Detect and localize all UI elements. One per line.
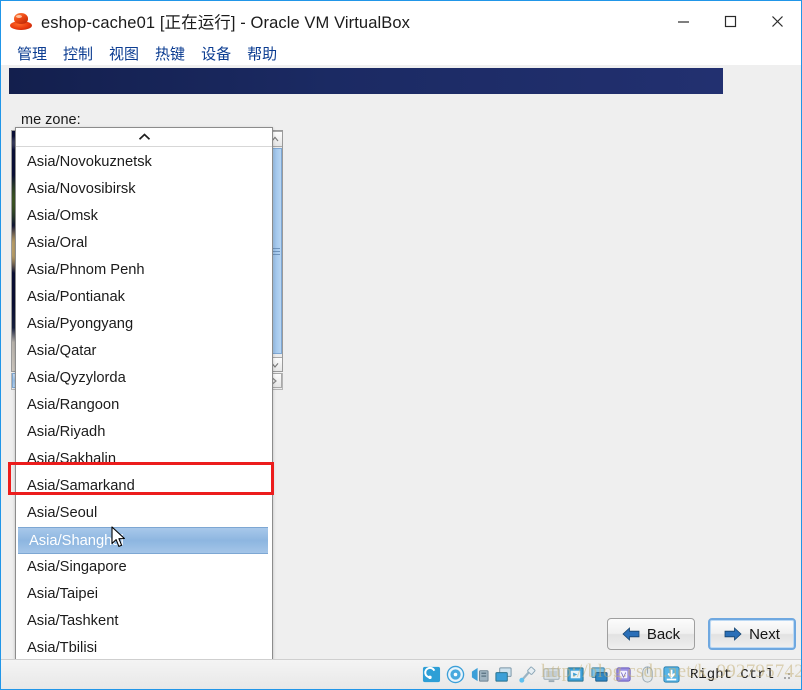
list-item[interactable]: Asia/Samarkand <box>16 473 272 500</box>
list-item[interactable]: Asia/Pontianak <box>16 284 272 311</box>
menu-item-control[interactable]: 控制 <box>55 43 101 64</box>
list-item[interactable]: Asia/Phnom Penh <box>16 257 272 284</box>
menu-item-manage[interactable]: 管理 <box>9 43 55 64</box>
display-icon[interactable] <box>542 665 561 684</box>
back-button[interactable]: Back <box>607 618 695 650</box>
list-item[interactable]: Asia/Riyadh <box>16 419 272 446</box>
list-item[interactable]: Asia/Taipei <box>16 581 272 608</box>
video-capture-icon[interactable] <box>566 665 585 684</box>
next-button-label: Next <box>749 625 780 643</box>
list-item[interactable]: Asia/Tashkent <box>16 608 272 635</box>
next-button[interactable]: Next <box>708 618 796 650</box>
list-item-selected[interactable]: Asia/Shanghai <box>18 527 268 554</box>
menu-bar: 管理 控制 视图 热键 设备 帮助 <box>1 41 801 65</box>
timezone-prompt-label: me zone: <box>21 112 81 128</box>
vm-screen[interactable]: me zone: Back Next Asia/Novokuznetsk Asi… <box>1 65 801 659</box>
list-item[interactable]: Asia/Novosibirsk <box>16 176 272 203</box>
menu-item-help[interactable]: 帮助 <box>239 43 285 64</box>
list-item[interactable]: Asia/Qatar <box>16 338 272 365</box>
timezone-option-list[interactable]: Asia/Novokuznetsk Asia/Novosibirsk Asia/… <box>16 147 272 659</box>
timezone-dropdown[interactable]: Asia/Novokuznetsk Asia/Novosibirsk Asia/… <box>15 127 273 659</box>
network-icon[interactable] <box>470 665 489 684</box>
window-title: eshop-cache01 [正在运行] - Oracle VM Virtual… <box>41 14 410 32</box>
list-item[interactable]: Asia/Rangoon <box>16 392 272 419</box>
optical-disk-icon[interactable] <box>446 665 465 684</box>
virtualbox-icon <box>10 10 32 32</box>
title-bar: eshop-cache01 [正在运行] - Oracle VM Virtual… <box>1 1 801 41</box>
shared-folder-icon[interactable] <box>494 665 513 684</box>
list-item[interactable]: Asia/Novokuznetsk <box>16 149 272 176</box>
usb-icon[interactable] <box>518 665 537 684</box>
list-item[interactable]: Asia/Seoul <box>16 500 272 527</box>
list-item[interactable]: Asia/Tbilisi <box>16 635 272 659</box>
list-item[interactable]: Asia/Singapore <box>16 554 272 581</box>
host-key-icon[interactable] <box>662 665 681 684</box>
virtualization-icon[interactable]: V <box>614 665 633 684</box>
mouse-cursor <box>111 526 127 554</box>
close-button[interactable] <box>754 1 801 41</box>
menu-item-devices[interactable]: 设备 <box>193 43 239 64</box>
menu-item-view[interactable]: 视图 <box>101 43 147 64</box>
list-item[interactable]: Asia/Pyongyang <box>16 311 272 338</box>
list-item[interactable]: Asia/Qyzylorda <box>16 365 272 392</box>
virtualbox-window: eshop-cache01 [正在运行] - Oracle VM Virtual… <box>0 0 802 690</box>
resize-grip[interactable] <box>783 669 793 680</box>
host-key-label: Right Ctrl <box>689 666 774 683</box>
arrow-left-icon <box>622 627 640 641</box>
minimize-button[interactable] <box>660 1 707 41</box>
dropdown-scroll-up-button[interactable] <box>16 128 272 147</box>
wizard-banner <box>9 68 723 94</box>
menu-item-hotkey[interactable]: 热键 <box>147 43 193 64</box>
virtualbox-status-bar: V Right Ctrl <box>1 659 801 689</box>
list-item[interactable]: Asia/Sakhalin <box>16 446 272 473</box>
chevron-up-icon <box>138 133 150 140</box>
remote-desktop-icon[interactable] <box>590 665 609 684</box>
list-item[interactable]: Asia/Oral <box>16 230 272 257</box>
arrow-right-icon <box>724 627 742 641</box>
window-controls <box>660 1 801 41</box>
back-button-label: Back <box>646 625 681 643</box>
hard-disk-icon[interactable] <box>422 665 441 684</box>
list-item[interactable]: Asia/Omsk <box>16 203 272 230</box>
maximize-button[interactable] <box>707 1 754 41</box>
mouse-icon[interactable] <box>638 665 657 684</box>
